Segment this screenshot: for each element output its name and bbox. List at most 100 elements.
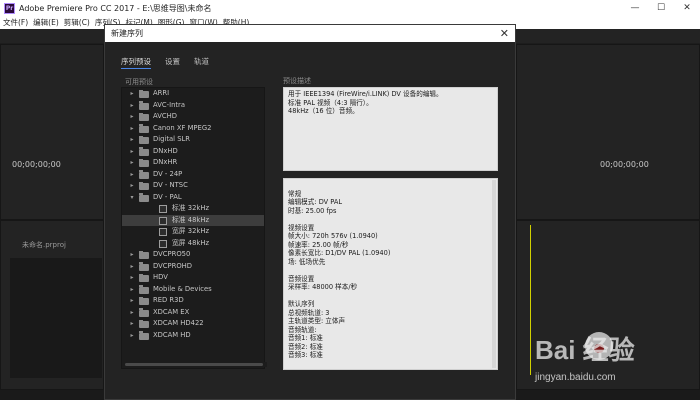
preset-folder[interactable]: ▸ DNxHR (122, 157, 264, 169)
chevron-right-icon[interactable]: ▸ (128, 261, 136, 273)
details-scrollbar[interactable] (492, 180, 496, 368)
watermark-main-text: Bai 经验 (535, 335, 635, 365)
preset-name: DV - 24P (153, 169, 183, 178)
menu-edit[interactable]: 编辑(E) (33, 17, 59, 28)
preset-name: ARRI (153, 89, 170, 97)
folder-icon (139, 170, 149, 179)
preset-folder[interactable]: ▸ XDCAM HD (122, 330, 264, 342)
chevron-right-icon[interactable]: ▸ (128, 295, 136, 307)
preset-item[interactable]: 标准 48kHz (122, 214, 264, 226)
preset-folder[interactable]: ▸ DV - NTSC (122, 180, 264, 192)
preset-tree: ▸ ARRI ▸ AVC-Intra ▸ AVCHD ▸ Canon XF MPEG2 ▸ Dig… (121, 87, 265, 369)
tab-settings[interactable]: 设置 (165, 56, 180, 69)
preset-folder[interactable]: ▸ DV - 24P (122, 169, 264, 181)
preset-name: 标准 32kHz (172, 204, 210, 212)
folder-icon (139, 319, 149, 328)
available-presets-label: 可用预设 (125, 78, 153, 86)
folder-icon (139, 147, 149, 156)
folder-icon (139, 250, 149, 259)
sequence-preset-icon (159, 239, 167, 248)
chevron-right-icon[interactable]: ▸ (128, 284, 136, 296)
chevron-right-icon[interactable]: ▸ (128, 180, 136, 192)
sequence-preset-icon (159, 216, 167, 225)
preset-item[interactable]: 宽屏 32kHz (122, 226, 264, 238)
preset-folder[interactable]: ▸ AVC-Intra (122, 100, 264, 112)
preset-folder[interactable]: ▾ DV - PAL (122, 192, 264, 204)
folder-icon (139, 262, 149, 271)
preset-folder[interactable]: ▸ XDCAM HD422 (122, 318, 264, 330)
folder-icon (139, 273, 149, 282)
dialog-titlebar: 新建序列 ✕ (105, 25, 515, 42)
program-monitor-panel (516, 44, 700, 220)
preset-name: DVCPRO50 (153, 250, 191, 258)
preset-name: XDCAM EX (153, 307, 190, 316)
chevron-right-icon[interactable]: ▸ (128, 249, 136, 261)
preset-folder[interactable]: ▸ AVCHD (122, 111, 264, 123)
chevron-right-icon[interactable]: ▸ (128, 307, 136, 319)
preset-name: DNxHD (153, 146, 178, 155)
preset-name: AVC-Intra (153, 100, 185, 109)
preset-name: XDCAM HD422 (153, 319, 204, 327)
preset-folder[interactable]: ▸ Canon XF MPEG2 (122, 123, 264, 135)
close-window-icon[interactable]: ✕ (674, 0, 700, 16)
maximize-icon[interactable]: ☐ (648, 0, 674, 16)
watermark-sub-text: jingyan.baidu.com (535, 372, 616, 383)
chevron-right-icon[interactable]: ▸ (128, 330, 136, 342)
preset-description-box: 用于 IEEE1394 (FireWire/i.LINK) DV 设备的编辑。 … (283, 87, 498, 171)
preset-name: XDCAM HD (153, 330, 191, 339)
preset-name: AVCHD (153, 112, 177, 120)
preset-folder[interactable]: ▸ DVCPROHD (122, 261, 264, 273)
chevron-right-icon[interactable]: ▸ (128, 157, 136, 169)
preset-folder[interactable]: ▸ DVCPRO50 (122, 249, 264, 261)
folder-icon (139, 285, 149, 294)
preset-folder[interactable]: ▸ Mobile & Devices (122, 284, 264, 296)
chevron-right-icon[interactable]: ▸ (128, 100, 136, 112)
preset-name: HDV (153, 273, 168, 281)
premiere-logo-icon: Pr (4, 2, 15, 14)
preset-folder[interactable]: ▸ Digital SLR (122, 134, 264, 146)
chevron-right-icon[interactable]: ▸ (128, 318, 136, 330)
preset-name: Canon XF MPEG2 (153, 123, 212, 132)
minimize-icon[interactable]: — (622, 0, 648, 16)
menu-file[interactable]: 文件(F) (3, 17, 28, 28)
folder-icon (139, 193, 149, 202)
chevron-right-icon[interactable]: ▸ (128, 272, 136, 284)
sequence-preset-icon (159, 228, 167, 236)
sequence-preset-icon (159, 205, 167, 213)
preset-horizontal-scrollbar[interactable] (123, 362, 267, 367)
chevron-right-icon[interactable]: ▸ (128, 111, 136, 123)
chevron-right-icon[interactable]: ▸ (128, 134, 136, 146)
folder-icon (139, 181, 149, 190)
folder-icon (139, 135, 149, 144)
close-icon[interactable]: ✕ (500, 27, 509, 40)
baidu-watermark: Bai 经验 jingyan.baidu.com (535, 330, 695, 390)
project-file-name: 未命名.prproj (22, 241, 66, 249)
chevron-right-icon[interactable]: ▸ (128, 123, 136, 135)
preset-description-label: 预设描述 (283, 77, 311, 85)
preset-name: 宽屏 48kHz (172, 238, 210, 247)
preset-name: RED R3D (153, 296, 184, 304)
preset-name: Digital SLR (153, 135, 191, 143)
tab-sequence-presets[interactable]: 序列预设 (121, 56, 151, 69)
new-sequence-dialog: 新建序列 ✕ 序列预设 设置 轨道 可用预设 预设描述 ▸ ARRI ▸ AVC-In… (104, 24, 516, 400)
chevron-down-icon[interactable]: ▾ (128, 192, 136, 204)
chevron-right-icon[interactable]: ▸ (128, 88, 136, 100)
tab-tracks[interactable]: 轨道 (194, 56, 209, 69)
folder-icon (139, 89, 149, 98)
preset-name: DVCPROHD (153, 261, 193, 270)
preset-folder[interactable]: ▸ RED R3D (122, 295, 264, 307)
preset-item[interactable]: 宽屏 48kHz (122, 238, 264, 250)
app-title: Adobe Premiere Pro CC 2017 - E:\思维导图\未命名 (19, 3, 212, 13)
preset-folder[interactable]: ▸ ARRI (122, 88, 264, 100)
source-monitor-tabs (1, 45, 103, 57)
preset-folder[interactable]: ▸ HDV (122, 272, 264, 284)
chevron-right-icon[interactable]: ▸ (128, 146, 136, 158)
folder-icon (139, 112, 149, 121)
preset-item[interactable]: 标准 32kHz (122, 203, 264, 215)
chevron-right-icon[interactable]: ▸ (128, 169, 136, 181)
preset-folder[interactable]: ▸ DNxHD (122, 146, 264, 158)
preset-folder[interactable]: ▸ XDCAM EX (122, 307, 264, 319)
menu-clip[interactable]: 剪辑(C) (64, 17, 90, 28)
source-timecode: 00;00;00;00 (12, 160, 61, 169)
dialog-tabs: 序列预设 设置 轨道 (121, 56, 223, 69)
